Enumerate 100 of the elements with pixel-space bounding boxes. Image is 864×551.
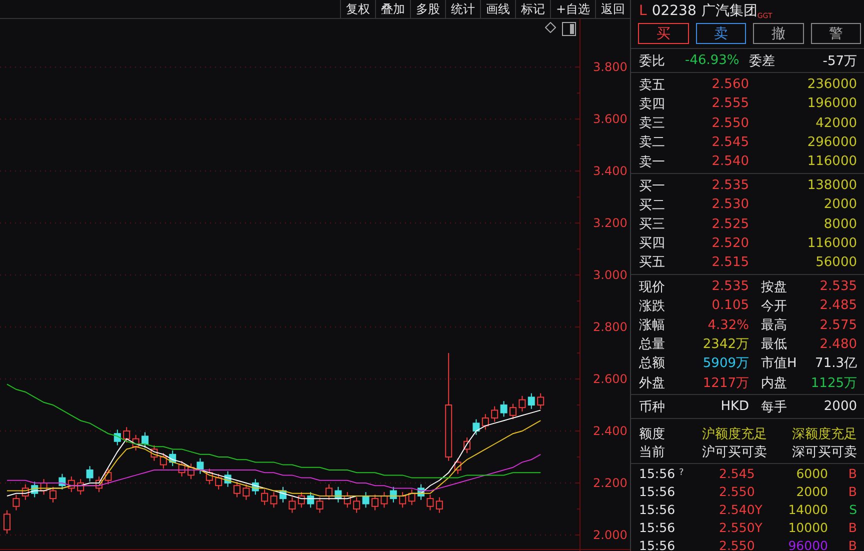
- price-axis-label: 2.400: [593, 424, 628, 438]
- trade-price: 2.550: [718, 484, 756, 499]
- candlestick: [22, 484, 29, 500]
- stat-label: 内盘: [760, 374, 788, 392]
- price-axis-label: 3.000: [593, 268, 628, 282]
- price-axis-label: 3.200: [593, 216, 628, 230]
- stat-value: 4.32%: [706, 318, 749, 333]
- candlestick: [316, 496, 324, 514]
- level-label: 买三: [639, 216, 666, 234]
- candlestick: [12, 494, 20, 511]
- candlestick: [261, 488, 268, 506]
- candlestick: [353, 496, 360, 514]
- candlestick: [436, 496, 443, 514]
- candlestick: [326, 484, 332, 500]
- candlestick: [334, 486, 342, 503]
- trade-time: 15:56: [639, 466, 676, 481]
- stat-label: 外盘: [639, 374, 666, 392]
- candlestick: [150, 444, 158, 462]
- candlestick: [178, 460, 186, 477]
- stat-value: 1125万: [810, 374, 857, 392]
- order-volume: 42000: [814, 116, 857, 131]
- candlestick: [169, 450, 176, 467]
- candlestick: [491, 406, 498, 422]
- order-volume: 56000: [814, 254, 857, 270]
- candlestick: [252, 478, 259, 496]
- candlestick: [142, 432, 148, 448]
- order-price: 2.545: [710, 134, 749, 150]
- candlestick: [4, 510, 10, 534]
- stat-label: 今开: [760, 298, 788, 315]
- currency-value: HKD: [720, 399, 749, 414]
- stat-label: 总额: [639, 355, 666, 372]
- candlestick: [104, 468, 112, 485]
- candlestick: [464, 437, 470, 454]
- buy-button[interactable]: 买: [638, 23, 688, 44]
- price-axis-label: 2.800: [593, 320, 628, 334]
- currency-label: 币种: [639, 398, 666, 416]
- sell-button[interactable]: 卖: [696, 23, 746, 44]
- order-price: 2.515: [710, 254, 749, 270]
- candlestick: [537, 392, 544, 410]
- ratio-label: 委比: [639, 52, 666, 70]
- candlestick: [50, 486, 56, 503]
- trade-price: 2.545: [718, 466, 756, 481]
- stat-label: 涨跌: [639, 298, 666, 315]
- stat-label: 涨幅: [639, 317, 666, 334]
- diff-value: -57万: [822, 52, 857, 70]
- level-label: 买二: [639, 196, 666, 214]
- order-volume: 116000: [806, 236, 857, 251]
- quota-status: 深额度充足: [791, 426, 857, 444]
- trade-volume: 10000: [787, 520, 828, 535]
- quota-status: 沪可买可卖: [701, 444, 767, 462]
- price-axis-label: 2.600: [593, 372, 628, 386]
- trade-side: B: [847, 538, 857, 551]
- trade-side: B: [847, 466, 857, 481]
- action-button[interactable]: 警: [810, 23, 861, 44]
- candlestick: [31, 481, 38, 498]
- candlestick: [288, 496, 296, 514]
- quota-status: 沪额度充足: [701, 426, 767, 444]
- diff-label: 委差: [749, 52, 776, 70]
- trade-time: 15:56: [639, 502, 676, 517]
- level-label: 卖四: [639, 96, 666, 113]
- candlestick: [454, 458, 462, 474]
- stat-value: 2.485: [818, 298, 857, 314]
- lot-label: 每手: [760, 398, 788, 416]
- trade-volume: 6000: [795, 466, 828, 481]
- diamond-icon[interactable]: [545, 22, 556, 33]
- trade-time: 15:56: [639, 538, 676, 551]
- level-label: 买四: [639, 235, 666, 252]
- candlestick: [242, 484, 250, 500]
- stat-value: 2.575: [818, 318, 857, 333]
- candlestick: [68, 476, 75, 493]
- price-axis-label: 3.600: [593, 112, 628, 126]
- order-volume: 236000: [806, 77, 857, 92]
- panel-toggle-icon[interactable]: [562, 22, 576, 36]
- stat-value: 2.480: [818, 336, 857, 352]
- candlestick: [390, 486, 397, 503]
- order-price: 2.555: [710, 96, 749, 112]
- action-button[interactable]: 撤: [753, 23, 804, 44]
- stat-value: 2342万: [702, 336, 749, 354]
- candlestick: [399, 492, 406, 508]
- level-label: 卖三: [639, 115, 666, 132]
- trade-volume: 96000: [787, 538, 828, 551]
- candlestick: [96, 476, 102, 493]
- candlestick: [114, 429, 121, 446]
- stat-label: 最低: [760, 336, 788, 354]
- level-label: 买五: [639, 254, 666, 272]
- candlestick: [500, 400, 508, 418]
- order-volume: 296000: [806, 134, 857, 150]
- order-price: 2.550: [710, 116, 749, 131]
- quota-label: 额度: [639, 426, 666, 444]
- candlestick: [188, 462, 194, 480]
- trade-price: 2.540Y: [718, 502, 764, 517]
- stat-value: 5909万: [702, 355, 749, 372]
- candlestick: [77, 478, 84, 496]
- stock-name: 广汽集团: [701, 2, 758, 20]
- level-label: 卖二: [639, 134, 666, 152]
- candlestick: [426, 494, 434, 511]
- trade-volume: 2000: [795, 484, 828, 499]
- candlestick: [215, 473, 222, 490]
- candlestick: [380, 492, 388, 508]
- candlestick: [472, 418, 480, 436]
